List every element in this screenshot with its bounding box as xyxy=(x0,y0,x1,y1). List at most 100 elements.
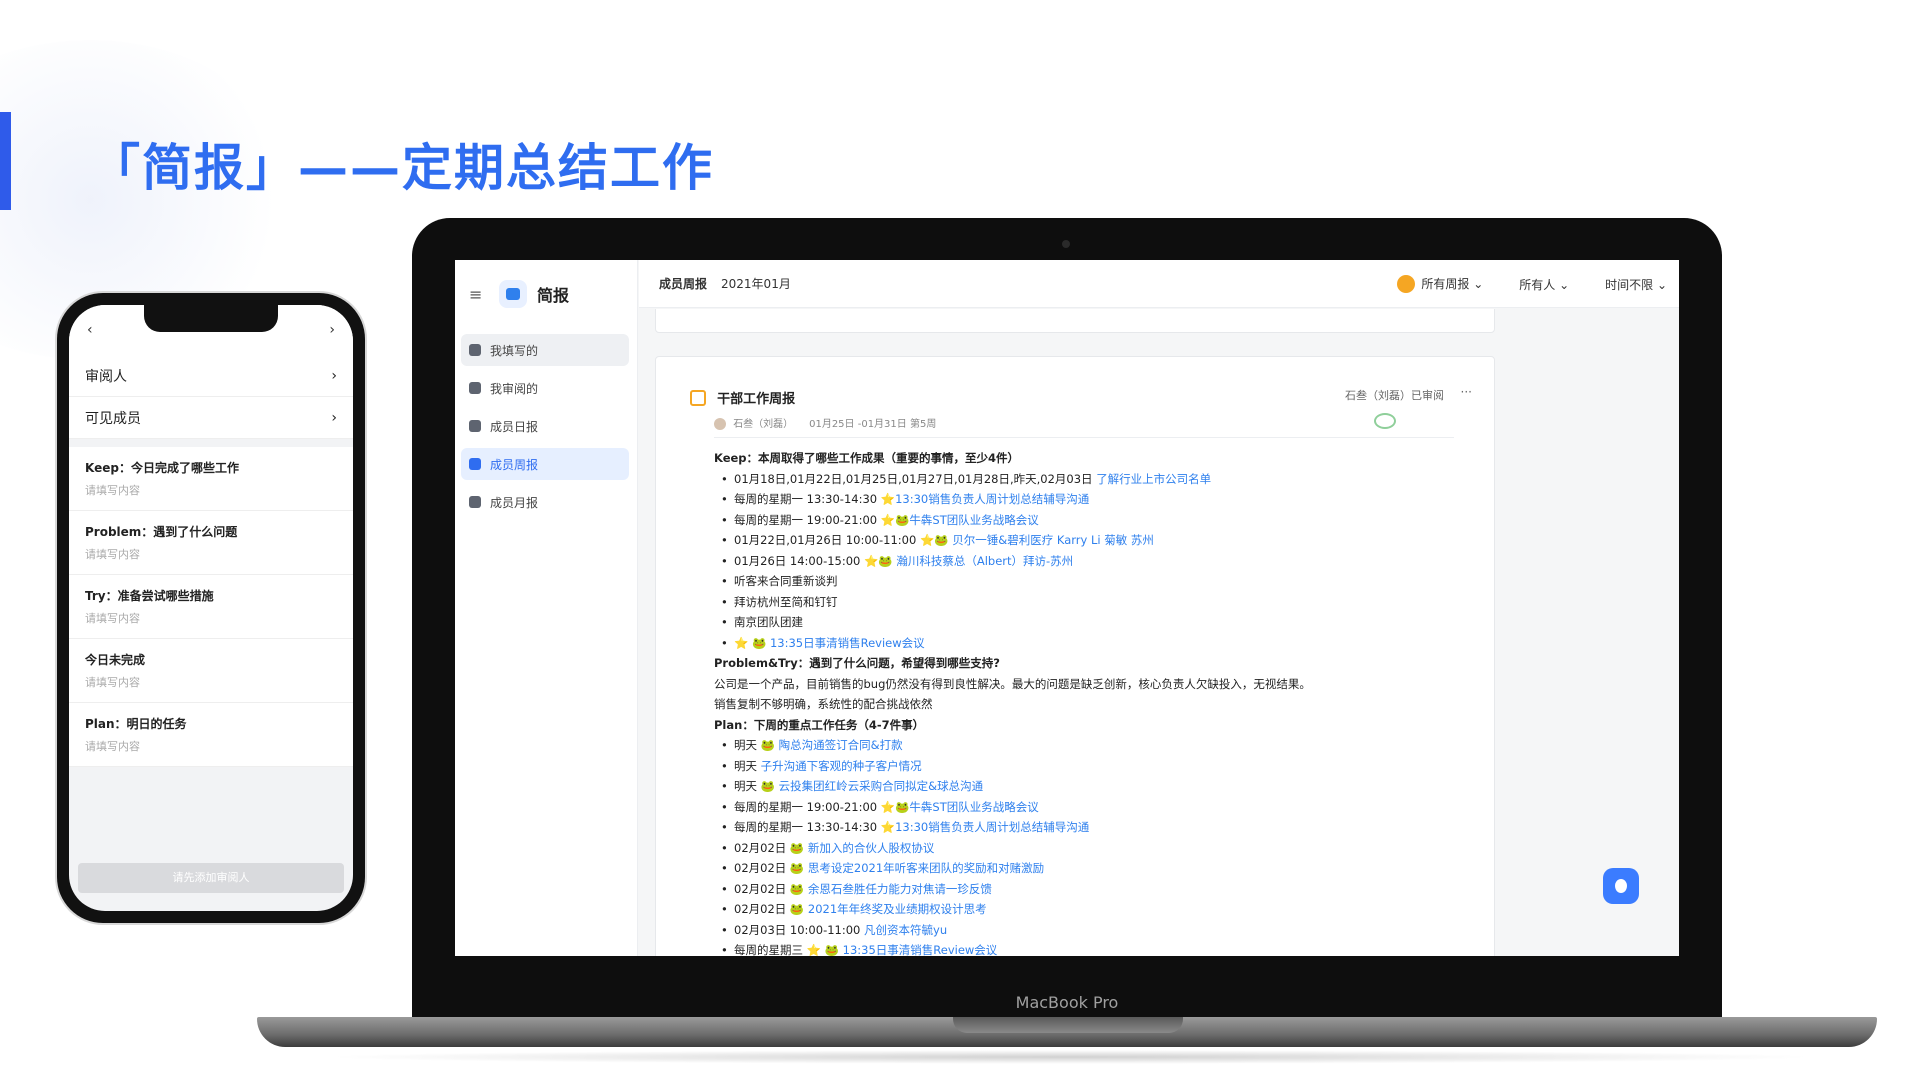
nav-item-daily[interactable]: 成员日报 xyxy=(461,410,629,442)
filter-people[interactable]: 所有人 ⌄ xyxy=(1519,276,1569,293)
back-icon[interactable]: ‹ xyxy=(87,322,93,338)
problem-line: 公司是一个产品，目前销售的bug仍然没有得到良性解决。最大的问题是缺乏创新，核心… xyxy=(714,676,1311,691)
phone-mockup: ‹ › 审阅人 › 可见成员 › Keep：今日完成了哪些工作 请填写内容 Pr… xyxy=(57,293,365,923)
field-title: 今日未完成 xyxy=(85,653,146,667)
nav-item-weekly[interactable]: 成员周报 xyxy=(461,448,629,480)
item-text: 02月02日 xyxy=(734,902,790,916)
laptop-lid: ≡ 简报 我填写的 我审阅的 成员日报 成员周报 成员月报 成员周报 2021年… xyxy=(412,218,1722,1018)
filter-reports[interactable]: 所有周报 ⌄ xyxy=(1397,275,1483,294)
star-icon: ⭐ xyxy=(880,820,896,834)
item-text: 每周的星期一 13:30-14:30 xyxy=(734,820,881,834)
logo-icon xyxy=(499,280,527,308)
filter-reports-label: 所有周报 ⌄ xyxy=(1421,276,1484,291)
task-link[interactable]: 牛犇ST团队业务战略会议 xyxy=(909,513,1038,527)
keep-heading: Keep：本周取得了哪些工作成果（重要的事情，至少4件） xyxy=(714,451,1020,465)
task-link[interactable]: 13:35日事清销售Review会议 xyxy=(839,943,998,956)
headline: 「简报」——定期总结工作 xyxy=(90,139,714,197)
visible-members-row[interactable]: 可见成员 › xyxy=(69,397,353,439)
list-item: 每周的星期一 13:30-14:30 ⭐13:30销售负责人周计划总结辅导沟通 xyxy=(714,817,1474,838)
review-status: 石叁（刘磊）已审阅 xyxy=(1345,389,1444,402)
field-plan[interactable]: Plan：明日的任务 请填写内容 xyxy=(69,703,353,767)
forward-icon[interactable]: › xyxy=(329,322,335,338)
task-link[interactable]: 陶总沟通签订合同&打款 xyxy=(775,738,903,752)
list-item: 拜访杭州至简和钉钉 xyxy=(714,592,1474,613)
item-text: 每周的星期一 19:00-21:00 xyxy=(734,512,881,527)
plan-heading: Plan：下周的重点工作任务（4-7件事） xyxy=(714,717,925,732)
visible-members-label: 可见成员 xyxy=(85,410,141,427)
list-item: 每周的星期一 13:30-14:30 ⭐13:30销售负责人周计划总结辅导沟通 xyxy=(714,489,1474,510)
task-link[interactable]: 了解行业上市公司名单 xyxy=(1096,472,1211,486)
field-problem[interactable]: Problem：遇到了什么问题 请填写内容 xyxy=(69,511,353,575)
nav-item-monthly[interactable]: 成员月报 xyxy=(461,486,629,518)
frog-icon: 🐸 xyxy=(789,840,805,855)
author: 石叁（刘磊） xyxy=(733,419,794,430)
list-item: 02月03日 10:00-11:00 凡创资本符毓yu xyxy=(714,920,1474,941)
star-icon: ⭐ xyxy=(880,492,896,506)
frog-icon: 🐸 xyxy=(895,799,910,814)
list-item: 02月02日 🐸 余恩石叁胜任力能力对焦请一珍反馈 xyxy=(714,879,1474,900)
field-unfinished[interactable]: 今日未完成 请填写内容 xyxy=(69,639,353,703)
nav-label: 成员月报 xyxy=(490,495,539,510)
list-item: 明天 🐸 陶总沟通签订合同&打款 xyxy=(714,735,1474,756)
task-link[interactable]: 2021年年终奖及业绩期权设计思考 xyxy=(804,902,987,916)
nav-label: 成员周报 xyxy=(490,457,539,472)
plan-list: 明天 🐸 陶总沟通签订合同&打款明天 子升沟通下客观的种子客户情况明天 🐸 云投… xyxy=(714,735,1474,956)
card-meta: 石叁（刘磊） 01月25日 -01月31日 第5周 xyxy=(714,415,936,430)
filter-time[interactable]: 时间不限 ⌄ xyxy=(1605,276,1667,293)
laptop-base-notch xyxy=(953,1017,1183,1033)
list-item: 明天 🐸 云投集团红岭云采购合同拟定&球总沟通 xyxy=(714,776,1474,797)
star-icon: ⭐ xyxy=(864,553,879,568)
nav-item-written[interactable]: 我填写的 xyxy=(461,334,629,366)
more-icon[interactable]: ··· xyxy=(1461,385,1472,399)
item-text: 02月02日 xyxy=(734,881,790,896)
task-link[interactable]: 13:30销售负责人周计划总结辅导沟通 xyxy=(895,492,1089,506)
item-text: 南京团队团建 xyxy=(734,615,803,629)
task-link[interactable]: 瀚川科技蔡总（Albert）拜访-苏州 xyxy=(893,554,1073,568)
field-placeholder: 请填写内容 xyxy=(85,548,140,561)
list-item: 02月02日 🐸 新加入的合伙人股权协议 xyxy=(714,838,1474,859)
nav-label: 我审阅的 xyxy=(490,381,539,396)
field-title: Problem：遇到了什么问题 xyxy=(85,525,238,539)
frog-icon: 🐸 xyxy=(934,533,949,547)
task-link[interactable]: 牛犇ST团队业务战略会议 xyxy=(909,800,1038,814)
item-text: 02月03日 10:00-11:00 xyxy=(734,922,865,937)
task-link[interactable]: 凡创资本符毓yu xyxy=(864,923,947,937)
add-reviewer-button[interactable]: 请先添加审阅人 xyxy=(78,863,344,893)
topbar: 成员周报 2021年01月 所有周报 ⌄ 所有人 ⌄ 时间不限 ⌄ xyxy=(639,260,1679,308)
lightbulb-icon[interactable] xyxy=(1603,868,1639,904)
field-title: Plan：明日的任务 xyxy=(85,717,187,731)
item-text: 每周的星期一 13:30-14:30 xyxy=(734,492,881,506)
task-link[interactable]: 云投集团红岭云采购合同拟定&球总沟通 xyxy=(775,779,983,793)
report-list: 干部工作周报 石叁（刘磊） 01月25日 -01月31日 第5周 石叁（刘磊）已… xyxy=(639,309,1679,956)
star-icon: ⭐ xyxy=(919,533,935,547)
calendar-icon xyxy=(469,458,481,470)
list-item: 每周的星期一 19:00-21:00 ⭐🐸牛犇ST团队业务战略会议 xyxy=(714,797,1474,818)
task-link[interactable]: 思考设定2021年听客来团队的奖励和对赌激励 xyxy=(804,861,1044,875)
phone-screen: ‹ › 审阅人 › 可见成员 › Keep：今日完成了哪些工作 请填写内容 Pr… xyxy=(69,305,353,911)
task-link[interactable]: 余恩石叁胜任力能力对焦请一珍反馈 xyxy=(804,882,992,896)
frog-icon: 🐸 xyxy=(789,861,805,875)
task-link[interactable]: 子升沟通下客观的种子客户情况 xyxy=(761,759,922,773)
nav-label: 我填写的 xyxy=(490,343,539,358)
reviewer-label: 审阅人 xyxy=(85,368,127,385)
report-body: Keep：本周取得了哪些工作成果（重要的事情，至少4件） 01月18日,01月2… xyxy=(714,448,1474,956)
field-try[interactable]: Try：准备尝试哪些措施 请填写内容 xyxy=(69,575,353,639)
calendar-icon xyxy=(690,389,706,406)
period-label: 2021年01月 xyxy=(721,277,791,291)
field-title: Keep：今日完成了哪些工作 xyxy=(85,461,239,475)
task-link[interactable]: 13:35日事清销售Review会议 xyxy=(766,636,925,650)
item-text: 明天 xyxy=(734,738,761,752)
problem-line: 销售复制不够明确，系统性的配合挑战依然 xyxy=(714,697,933,711)
frog-icon: 🐸 xyxy=(760,738,775,752)
field-keep[interactable]: Keep：今日完成了哪些工作 请填写内容 xyxy=(69,447,353,511)
menu-icon[interactable]: ≡ xyxy=(469,285,483,304)
frog-icon: 🐸 xyxy=(760,779,775,793)
chevron-right-icon: › xyxy=(331,409,337,426)
task-link[interactable]: 新加入的合伙人股权协议 xyxy=(804,841,935,855)
task-link[interactable]: 贝尔一锤&碧利医疗 Karry Li 菊敏 苏州 xyxy=(949,533,1154,547)
reviewer-row[interactable]: 审阅人 › xyxy=(69,355,353,397)
item-text: 每周的星期三 xyxy=(734,943,807,956)
chevron-right-icon: › xyxy=(331,367,337,384)
nav-item-reviewed[interactable]: 我审阅的 xyxy=(461,372,629,404)
task-link[interactable]: 13:30销售负责人周计划总结辅导沟通 xyxy=(895,820,1089,834)
